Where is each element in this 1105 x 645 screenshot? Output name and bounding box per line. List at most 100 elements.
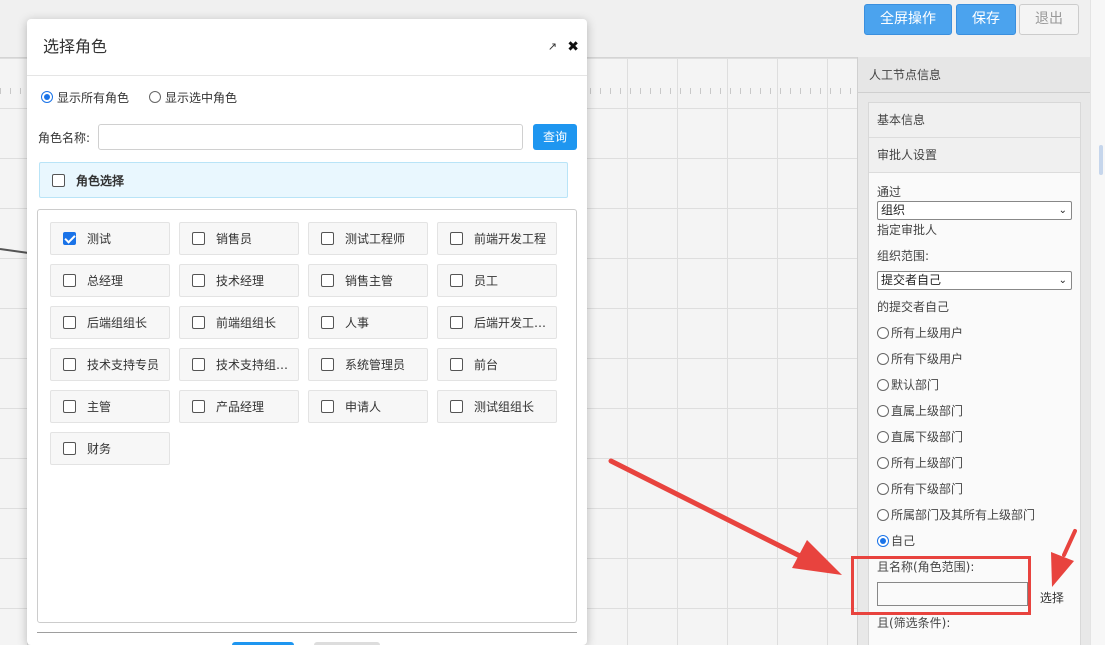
scope-option-radio[interactable] xyxy=(877,379,889,391)
role-checkbox[interactable] xyxy=(63,316,76,329)
scope-option-label: 直属上级部门 xyxy=(891,404,964,418)
role-label: 人事 xyxy=(345,316,370,330)
role-item[interactable]: 主管 xyxy=(50,390,170,423)
scope-option[interactable]: 自己 xyxy=(877,528,1072,554)
role-checkbox[interactable] xyxy=(63,358,76,371)
role-checkbox[interactable] xyxy=(192,358,205,371)
scope-option[interactable]: 所有下级部门 xyxy=(877,476,1072,502)
role-item[interactable]: 销售主管 xyxy=(308,264,428,297)
section-basic-info[interactable]: 基本信息 xyxy=(869,103,1080,138)
role-checkbox[interactable] xyxy=(450,358,463,371)
pass-label: 通过 xyxy=(877,185,902,199)
scope-option-radio[interactable] xyxy=(877,431,889,443)
scope-option[interactable]: 直属下级部门 xyxy=(877,424,1072,450)
scope-option-radio[interactable] xyxy=(877,535,889,547)
role-checkbox[interactable] xyxy=(450,274,463,287)
org-scope-label: 组织范围: xyxy=(877,249,930,263)
scope-option[interactable]: 默认部门 xyxy=(877,372,1072,398)
role-item[interactable]: 产品经理 xyxy=(179,390,299,423)
role-item[interactable]: 测试组组长 xyxy=(437,390,557,423)
role-item[interactable]: 前台 xyxy=(437,348,557,381)
role-checkbox[interactable] xyxy=(192,316,205,329)
role-checkbox[interactable] xyxy=(321,274,334,287)
exit-button[interactable]: 退出 xyxy=(1019,4,1079,35)
role-label: 技术支持组… xyxy=(216,358,289,372)
select-role-dialog: 选择角色 ↗ ✖ 显示所有角色 显示选中角色 角色名称: 查询 角色选择 测试销… xyxy=(27,19,587,645)
role-item[interactable]: 人事 xyxy=(308,306,428,339)
role-item[interactable]: 申请人 xyxy=(308,390,428,423)
role-checkbox[interactable] xyxy=(192,400,205,413)
role-item[interactable]: 技术支持专员 xyxy=(50,348,170,381)
role-label: 技术支持专员 xyxy=(87,358,160,372)
scope-option-label: 默认部门 xyxy=(891,378,940,392)
role-item[interactable]: 销售员 xyxy=(179,222,299,255)
select-role-link[interactable]: 选择 xyxy=(1040,589,1064,606)
scope-option-radio[interactable] xyxy=(877,509,889,521)
role-name-input[interactable] xyxy=(98,124,523,150)
role-checkbox[interactable] xyxy=(63,400,76,413)
org-scope-select[interactable]: 提交者自己 ⌄ xyxy=(877,271,1072,290)
scope-option-radio[interactable] xyxy=(877,327,889,339)
scope-option[interactable]: 所有上级用户 xyxy=(877,320,1072,346)
role-item[interactable]: 技术经理 xyxy=(179,264,299,297)
pass-select[interactable]: 组织 ⌄ xyxy=(877,201,1072,220)
select-all-checkbox[interactable] xyxy=(52,173,65,187)
scope-option[interactable]: 所有下级用户 xyxy=(877,346,1072,372)
show-selected-radio[interactable] xyxy=(149,91,162,103)
role-checkbox[interactable] xyxy=(63,442,76,455)
role-checkbox[interactable] xyxy=(450,316,463,329)
role-item[interactable]: 测试 xyxy=(50,222,170,255)
role-item[interactable]: 财务 xyxy=(50,432,170,465)
scope-option-radio[interactable] xyxy=(877,353,889,365)
scope-radio-list: 所有上级用户 所有下级用户默认部门直属上级部门 直属下级部门所有上级部门 所有下级部门… xyxy=(877,320,1072,554)
scope-option[interactable]: 所属部门及其所有上级部门 xyxy=(877,502,1072,528)
role-label: 总经理 xyxy=(87,274,124,288)
role-item[interactable]: 总经理 xyxy=(50,264,170,297)
role-checkbox[interactable] xyxy=(192,232,205,245)
role-checkbox[interactable] xyxy=(63,274,76,287)
close-icon[interactable]: ✖ xyxy=(567,19,579,75)
role-name-label: 角色名称: xyxy=(38,131,91,145)
role-select-header: 角色选择 xyxy=(39,162,568,198)
flow-connector[interactable] xyxy=(0,248,28,254)
role-item[interactable]: 技术支持组… xyxy=(179,348,299,381)
role-label: 产品经理 xyxy=(216,400,265,414)
role-item[interactable]: 员工 xyxy=(437,264,557,297)
page-scrollbar[interactable] xyxy=(1090,0,1105,645)
role-grid: 测试 销售员 测试工程师 前端开发工程总经理 技术经理 销售主管 员工后端组组长 前端组组长 人… xyxy=(37,209,577,623)
show-all-radio[interactable] xyxy=(41,91,53,103)
role-checkbox[interactable] xyxy=(321,232,334,245)
scope-option-radio[interactable] xyxy=(877,483,889,495)
role-checkbox[interactable] xyxy=(321,358,334,371)
role-checkbox[interactable] xyxy=(450,232,463,245)
role-checkbox[interactable] xyxy=(450,400,463,413)
role-label: 测试组组长 xyxy=(474,400,535,414)
section-approver-settings[interactable]: 审批人设置 xyxy=(869,138,1080,173)
role-item[interactable]: 前端开发工程 xyxy=(437,222,557,255)
filter-condition-label: 且(筛选条件): xyxy=(877,616,951,630)
role-item[interactable]: 后端开发工… xyxy=(437,306,557,339)
role-label: 测试工程师 xyxy=(345,232,406,246)
scope-option-label: 直属下级部门 xyxy=(891,430,964,444)
role-label: 员工 xyxy=(474,274,499,288)
role-checkbox[interactable] xyxy=(321,316,334,329)
display-mode-options: 显示所有角色 显示选中角色 xyxy=(41,87,237,107)
fullscreen-button[interactable]: 全屏操作 xyxy=(864,4,952,35)
save-button[interactable]: 保存 xyxy=(956,4,1016,35)
role-item[interactable]: 系统管理员 xyxy=(308,348,428,381)
role-checkbox[interactable] xyxy=(192,274,205,287)
role-checkbox[interactable] xyxy=(63,232,76,245)
role-label: 财务 xyxy=(87,442,112,456)
scope-option-radio[interactable] xyxy=(877,405,889,417)
role-item[interactable]: 后端组组长 xyxy=(50,306,170,339)
scrollbar-thumb[interactable] xyxy=(1099,145,1103,175)
role-item[interactable]: 前端组组长 xyxy=(179,306,299,339)
chevron-down-icon: ⌄ xyxy=(1058,205,1067,216)
role-checkbox[interactable] xyxy=(321,400,334,413)
scope-option[interactable]: 直属上级部门 xyxy=(877,398,1072,424)
scope-option-radio[interactable] xyxy=(877,457,889,469)
maximize-icon[interactable]: ↗ xyxy=(548,19,557,75)
query-button[interactable]: 查询 xyxy=(533,124,577,150)
scope-option[interactable]: 所有上级部门 xyxy=(877,450,1072,476)
role-item[interactable]: 测试工程师 xyxy=(308,222,428,255)
